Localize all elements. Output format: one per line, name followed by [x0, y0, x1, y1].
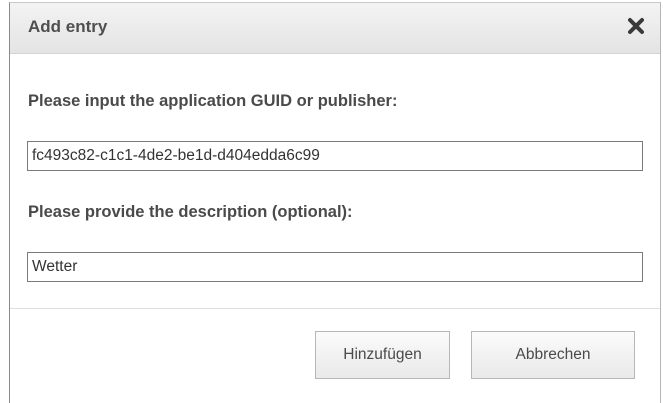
close-icon[interactable] — [626, 16, 646, 36]
add-button[interactable]: Hinzufügen — [315, 331, 450, 379]
cancel-button[interactable]: Abbrechen — [471, 331, 635, 379]
description-input[interactable] — [27, 252, 643, 282]
footer-divider — [10, 308, 660, 309]
add-entry-dialog: Add entry Please input the application G… — [9, 2, 661, 403]
dialog-title: Add entry — [28, 17, 108, 36]
guid-label: Please input the application GUID or pub… — [28, 92, 398, 110]
dialog-titlebar: Add entry — [10, 3, 660, 54]
guid-input[interactable] — [27, 141, 643, 171]
description-label: Please provide the description (optional… — [28, 203, 353, 221]
